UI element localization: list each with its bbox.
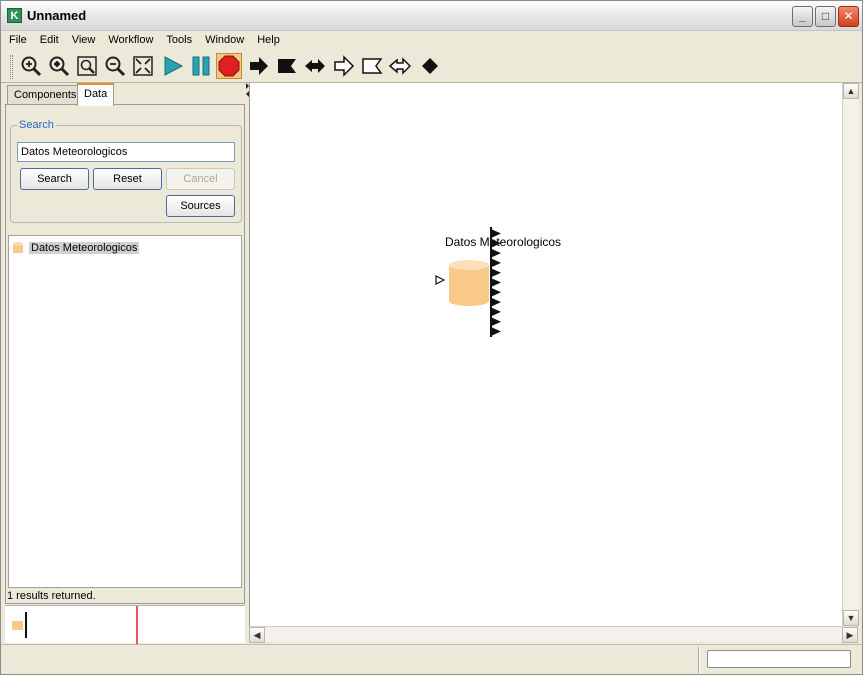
results-status: 1 results returned. bbox=[7, 590, 96, 602]
zoom-out-button[interactable] bbox=[102, 53, 128, 79]
scroll-right-icon[interactable]: ▶ bbox=[842, 627, 858, 643]
menu-view[interactable]: View bbox=[67, 34, 101, 46]
toolbar bbox=[1, 49, 862, 83]
output-port-icon[interactable] bbox=[491, 238, 501, 248]
left-panel: Components Data Search Search Reset Canc… bbox=[5, 83, 245, 644]
step-flag-button[interactable] bbox=[274, 53, 300, 79]
outline-flag-button[interactable] bbox=[359, 53, 385, 79]
vertical-scrollbar[interactable]: ▲ ▼ bbox=[842, 83, 859, 626]
step-arrow-icon bbox=[250, 57, 268, 75]
diamond-icon bbox=[422, 58, 438, 74]
output-port-icon[interactable] bbox=[491, 307, 501, 317]
run-icon bbox=[164, 56, 184, 76]
horizontal-scrollbar[interactable]: ◀ ▶ bbox=[249, 626, 858, 643]
fit-window-icon bbox=[133, 56, 153, 76]
panel-tabs: Components Data bbox=[5, 83, 245, 106]
outline-double-arrow-icon bbox=[389, 57, 411, 75]
outline-arrow-icon bbox=[334, 55, 355, 77]
output-port-icon[interactable] bbox=[491, 297, 501, 307]
status-divider bbox=[698, 647, 700, 673]
list-item[interactable]: Datos Meteorologicos bbox=[13, 240, 140, 256]
output-port-icon[interactable] bbox=[491, 258, 501, 268]
zoom-fit-button[interactable] bbox=[74, 53, 100, 79]
node-title: Datos Meteorologicos bbox=[445, 235, 562, 249]
outline-flag-icon bbox=[362, 58, 383, 74]
output-port-icon[interactable] bbox=[491, 327, 501, 336]
zoom-out-icon bbox=[105, 56, 126, 77]
menu-file[interactable]: File bbox=[4, 34, 32, 46]
search-button[interactable]: Search bbox=[20, 168, 89, 190]
search-group: Search Search Reset Cancel Sources bbox=[10, 119, 242, 223]
scroll-down-icon[interactable]: ▼ bbox=[843, 610, 859, 626]
workflow-overview[interactable] bbox=[5, 605, 245, 644]
zoom-fit-icon bbox=[77, 56, 97, 76]
pause-button[interactable] bbox=[188, 53, 214, 79]
stop-button[interactable] bbox=[216, 53, 242, 79]
toolbar-grip[interactable] bbox=[10, 55, 13, 79]
stop-icon bbox=[218, 55, 240, 77]
overview-viewport-marker[interactable] bbox=[136, 606, 138, 644]
tab-components[interactable]: Components bbox=[7, 85, 84, 105]
diamond-button[interactable] bbox=[417, 53, 443, 79]
close-button[interactable]: ✕ bbox=[838, 6, 859, 27]
scroll-up-icon[interactable]: ▲ bbox=[843, 83, 859, 99]
step-back-icon bbox=[305, 59, 325, 73]
results-list[interactable]: Datos Meteorologicos bbox=[8, 235, 242, 588]
search-input[interactable] bbox=[17, 142, 235, 162]
output-port-icon[interactable] bbox=[491, 278, 501, 287]
zoom-in-icon bbox=[21, 56, 42, 77]
step-flag-icon bbox=[278, 59, 296, 73]
output-port-icon[interactable] bbox=[491, 248, 501, 258]
app-window: K Unnamed _ □ ✕ File Edit View Workflow … bbox=[0, 0, 863, 675]
title-bar[interactable]: K Unnamed _ □ ✕ bbox=[1, 1, 862, 31]
outline-double-arrow-button[interactable] bbox=[387, 53, 413, 79]
menu-workflow[interactable]: Workflow bbox=[103, 34, 158, 46]
menu-edit[interactable]: Edit bbox=[35, 34, 64, 46]
menu-help[interactable]: Help bbox=[252, 34, 285, 46]
zoom-in-button[interactable] bbox=[18, 53, 44, 79]
maximize-button[interactable]: □ bbox=[815, 6, 836, 27]
status-bar bbox=[1, 644, 862, 674]
zoom-in-alt-button[interactable] bbox=[46, 53, 72, 79]
reset-button[interactable]: Reset bbox=[93, 168, 162, 190]
zoom-in-alt-icon bbox=[49, 56, 70, 77]
menu-tools[interactable]: Tools bbox=[161, 34, 197, 46]
scroll-left-icon[interactable]: ◀ bbox=[249, 627, 265, 643]
app-icon: K bbox=[7, 8, 22, 23]
menu-window[interactable]: Window bbox=[200, 34, 249, 46]
minimize-button[interactable]: _ bbox=[792, 6, 813, 27]
output-ports[interactable] bbox=[490, 227, 502, 339]
data-tab-panel: Search Search Reset Cancel Sources Datos… bbox=[5, 104, 245, 604]
output-port-icon[interactable] bbox=[491, 287, 501, 297]
result-item-label: Datos Meteorologicos bbox=[29, 242, 140, 254]
sources-button[interactable]: Sources bbox=[166, 195, 235, 217]
step-arrow-button[interactable] bbox=[246, 53, 272, 79]
output-port-icon[interactable] bbox=[491, 317, 501, 327]
window-title: Unnamed bbox=[27, 8, 87, 23]
outline-arrow-button[interactable] bbox=[331, 53, 357, 79]
step-back-button[interactable] bbox=[302, 53, 328, 79]
database-node-icon[interactable] bbox=[448, 259, 490, 307]
pause-icon bbox=[192, 56, 210, 76]
workflow-canvas[interactable]: Datos Meteorologicos bbox=[249, 83, 842, 626]
input-port-icon[interactable] bbox=[435, 275, 445, 285]
output-port-icon[interactable] bbox=[491, 268, 501, 278]
tab-data[interactable]: Data bbox=[77, 83, 115, 106]
overview-node-thumbnail bbox=[12, 612, 27, 638]
progress-bar bbox=[707, 650, 851, 668]
cancel-button[interactable]: Cancel bbox=[166, 168, 235, 190]
output-port-icon[interactable] bbox=[491, 229, 501, 238]
menu-bar: File Edit View Workflow Tools Window Hel… bbox=[1, 31, 862, 49]
search-group-legend: Search bbox=[17, 119, 56, 131]
database-icon bbox=[13, 242, 23, 253]
run-button[interactable] bbox=[160, 53, 186, 79]
fit-window-button[interactable] bbox=[130, 53, 156, 79]
